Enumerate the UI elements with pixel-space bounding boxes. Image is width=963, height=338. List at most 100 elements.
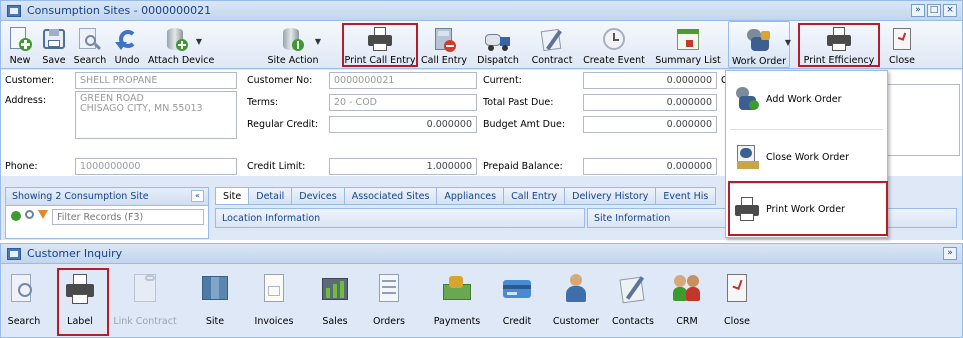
customer-field[interactable]: SHELL PROPANE [75, 72, 237, 89]
current-field[interactable]: 0.000000 [583, 72, 717, 89]
close-button[interactable]: Close [719, 264, 755, 336]
prepaid-balance-field[interactable]: 0.000000 [583, 158, 717, 175]
tab-associated-sites[interactable]: Associated Sites [344, 187, 438, 205]
prepaid-balance-label: Prepaid Balance: [483, 161, 563, 172]
customer-no-field[interactable]: 0000000021 [329, 72, 477, 89]
search-button[interactable]: Search [71, 21, 109, 68]
crm-button[interactable]: CRM [669, 264, 705, 336]
window-title: Consumption Sites - 0000000021 [27, 4, 212, 17]
attach-device-button[interactable]: ▼ Attach Device [148, 21, 215, 68]
customer-no-label: Customer No: [247, 75, 313, 86]
save-button[interactable]: Save [37, 21, 71, 68]
orders-label: Orders [373, 316, 405, 327]
customer-label: Customer [552, 316, 600, 327]
summary-list-button[interactable]: Summary List [653, 21, 723, 68]
credit-card-icon [501, 272, 533, 306]
invoices-label: Invoices [254, 316, 294, 327]
contract-icon [538, 26, 566, 52]
contacts-button[interactable]: Contacts [609, 264, 657, 336]
invoice-icon [258, 272, 290, 306]
close-label: Close [889, 55, 915, 66]
budget-amt-due-field[interactable]: 0.000000 [583, 116, 717, 133]
site-button[interactable]: Site [197, 264, 233, 336]
undo-button[interactable]: Undo [111, 21, 143, 68]
orders-button[interactable]: Orders [369, 264, 409, 336]
attach-device-label: Attach Device [148, 55, 215, 66]
consumption-site-list-panel: Showing 2 Consumption Site « [5, 187, 209, 239]
regular-credit-field[interactable]: 0.000000 [329, 116, 477, 133]
add-record-icon[interactable] [11, 211, 21, 221]
window-icon [7, 5, 21, 17]
search-icon[interactable] [25, 210, 34, 219]
tab-appliances[interactable]: Appliances [437, 187, 505, 205]
create-event-button[interactable]: Create Event [581, 21, 647, 68]
tab-site[interactable]: Site [215, 187, 250, 205]
search-button[interactable]: Search [5, 264, 43, 336]
call-entry-button[interactable]: Call Entry [419, 21, 469, 68]
invoices-button[interactable]: Invoices [251, 264, 297, 336]
collapse-window-button[interactable]: » [943, 247, 957, 260]
credit-button[interactable]: Credit [497, 264, 537, 336]
tab-event-history[interactable]: Event His [656, 187, 717, 205]
dispatch-button[interactable]: Dispatch [476, 21, 520, 68]
undo-icon [113, 26, 141, 52]
site-action-button[interactable]: ▼ Site Action [267, 21, 321, 68]
maximize-window-button[interactable]: □ [927, 4, 941, 17]
site-action-label: Site Action [267, 55, 319, 66]
customer-inquiry-window: Customer Inquiry » Search Label Link Con… [0, 243, 963, 338]
attach-device-icon [163, 26, 191, 52]
filter-records-input[interactable] [52, 209, 204, 225]
address-field[interactable]: GREEN ROAD CHISAGO CITY, MN 55013 [75, 91, 237, 139]
add-work-order-label: Add Work Order [766, 94, 842, 105]
new-button[interactable]: New [5, 21, 35, 68]
work-order-icon [745, 27, 773, 53]
window-title: Customer Inquiry [27, 247, 123, 260]
terms-field[interactable]: 20 - COD [329, 94, 477, 111]
add-work-order-icon [734, 85, 760, 113]
phone-field[interactable]: 1000000000 [75, 158, 237, 175]
payments-button[interactable]: Payments [429, 264, 485, 336]
tab-detail[interactable]: Detail [249, 187, 293, 205]
tab-devices[interactable]: Devices [292, 187, 345, 205]
customer-button[interactable]: Customer [549, 264, 603, 336]
contract-button[interactable]: Contract [528, 21, 576, 68]
notes-field[interactable] [887, 84, 960, 156]
work-order-button[interactable]: ▼ Work Order [728, 21, 791, 68]
highlight-label [57, 268, 109, 336]
menu-item-add-work-order[interactable]: Add Work Order [726, 75, 887, 125]
address-line2: CHISAGO CITY, MN 55013 [80, 103, 203, 114]
site-action-icon [279, 26, 307, 52]
new-label: New [9, 55, 31, 66]
filter-icon[interactable] [38, 210, 48, 219]
location-information-header: Location Information [215, 208, 585, 228]
map-icon [199, 272, 231, 306]
current-label: Current: [483, 75, 522, 86]
close-icon [721, 272, 753, 306]
regular-credit-label: Regular Credit: [247, 119, 319, 130]
consumption-sites-window: Consumption Sites - 0000000021 » □ × New [0, 0, 963, 240]
customer-label: Customer: [5, 75, 55, 86]
collapse-window-button[interactable]: » [911, 4, 925, 17]
close-button[interactable]: Close [887, 21, 917, 68]
tab-delivery-history[interactable]: Delivery History [565, 187, 657, 205]
menu-item-close-work-order[interactable]: Close Work Order [726, 133, 887, 183]
sales-button[interactable]: Sales [317, 264, 353, 336]
search-icon [8, 272, 40, 306]
work-order-menu: Add Work Order Close Work Order Print Wo… [725, 70, 888, 238]
dispatch-label: Dispatch [477, 55, 519, 66]
save-label: Save [42, 55, 66, 66]
highlight-print-call-entry [342, 23, 418, 67]
total-past-due-field[interactable]: 0.000000 [583, 94, 717, 111]
collapse-panel-button[interactable]: « [191, 190, 204, 202]
site-label: Site [205, 316, 225, 327]
consumption-site-list-header: Showing 2 Consumption Site « [6, 188, 208, 206]
window-titlebar[interactable]: Customer Inquiry » [1, 244, 962, 264]
credit-limit-field[interactable]: 1.000000 [329, 158, 477, 175]
window-titlebar[interactable]: Consumption Sites - 0000000021 » □ × [1, 1, 962, 21]
close-window-button[interactable]: × [943, 4, 957, 17]
link-contract-label: Link Contract [113, 316, 177, 327]
close-icon [888, 26, 916, 52]
consumption-site-count: Showing 2 Consumption Site [12, 191, 149, 202]
tab-call-entry[interactable]: Call Entry [504, 187, 566, 205]
total-past-due-label: Total Past Due: [483, 97, 554, 108]
